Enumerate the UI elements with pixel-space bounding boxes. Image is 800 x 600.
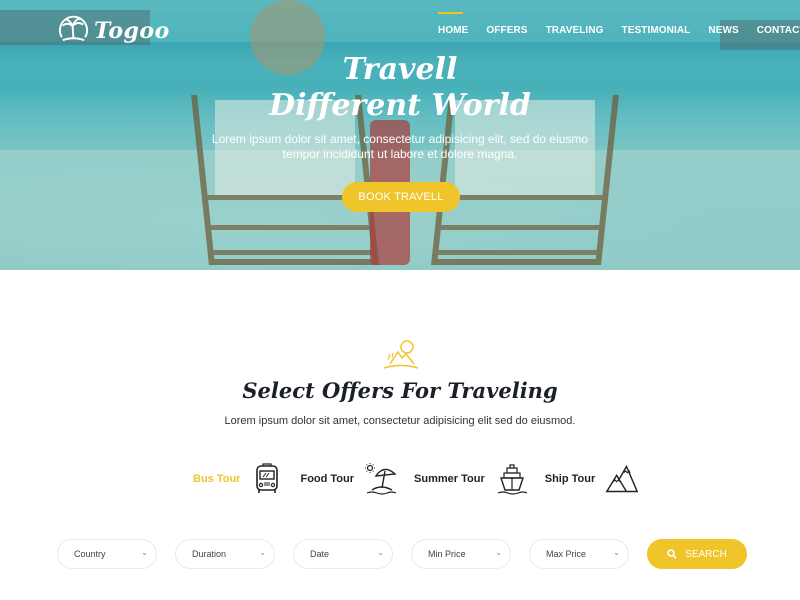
select-value: Duration	[192, 549, 227, 559]
max-price-select[interactable]: Max Price ⌄	[529, 539, 629, 569]
hero-description: Lorem ipsum dolor sit amet, consectetur …	[211, 132, 589, 161]
nav-news[interactable]: NEWS	[708, 25, 738, 36]
hero-title-line1: Travell	[342, 52, 458, 87]
nav-contact[interactable]: CONTACT	[757, 25, 800, 36]
offers-subtitle: Lorem ipsum dolor sit amet, consectetur …	[224, 415, 576, 427]
date-select[interactable]: Date ⌄	[293, 539, 393, 569]
search-icon	[667, 549, 677, 559]
min-price-select[interactable]: Min Price ⌄	[411, 539, 511, 569]
tab-label: Ship Tour	[544, 473, 596, 485]
tab-summer-tour[interactable]: Summer Tour	[414, 462, 529, 496]
duration-select[interactable]: Duration ⌄	[175, 539, 275, 569]
search-button-label: SEARCH	[685, 548, 727, 560]
beach-sun-icon	[383, 340, 419, 369]
hero-banner: Togoo HOME OFFERS TRAVELING TESTIMONIAL …	[0, 0, 800, 270]
chevron-down-icon: ⌄	[377, 547, 384, 557]
nav-offers[interactable]: OFFERS	[486, 25, 527, 36]
beach-umbrella-icon	[365, 463, 397, 495]
main-nav: HOME OFFERS TRAVELING TESTIMONIAL NEWS C…	[438, 12, 800, 36]
tab-label: Bus Tour	[193, 473, 241, 485]
tab-ship-tour[interactable]: Ship Tour	[545, 462, 640, 496]
book-travell-button[interactable]: BOOK TRAVELL	[342, 182, 460, 212]
country-select[interactable]: Country ⌄	[57, 539, 157, 569]
brand-logo[interactable]: Togoo	[57, 14, 170, 47]
tab-label: Food Tour	[300, 473, 355, 485]
chevron-down-icon: ⌄	[495, 547, 502, 557]
select-value: Country	[74, 549, 106, 559]
nav-traveling[interactable]: TRAVELING	[546, 25, 604, 36]
offer-tabs: Bus Tour Food Tour Summer Tour Ship Tour	[193, 462, 639, 496]
select-value: Date	[310, 549, 330, 559]
ship-icon	[497, 464, 528, 495]
palm-tree-island-icon	[59, 15, 88, 42]
search-button[interactable]: SEARCH	[647, 539, 747, 569]
chevron-down-icon: ⌄	[141, 547, 148, 557]
mountain-icon	[605, 464, 639, 493]
search-form: Country ⌄ Duration ⌄ Date ⌄ Min Price ⌄ …	[57, 539, 747, 569]
nav-testimonial[interactable]: TESTIMONIAL	[622, 25, 691, 36]
offers-title: Select Offers For Traveling	[242, 378, 558, 403]
bus-icon	[256, 463, 279, 493]
tab-bus-tour[interactable]: Bus Tour	[193, 462, 284, 496]
tab-food-tour[interactable]: Food Tour	[300, 462, 398, 496]
nav-home[interactable]: HOME	[438, 12, 468, 36]
tab-label: Summer Tour	[414, 473, 485, 485]
select-value: Max Price	[546, 549, 587, 559]
select-value: Min Price	[428, 549, 466, 559]
brand-name: Togoo	[94, 17, 170, 44]
chevron-down-icon: ⌄	[613, 547, 620, 557]
hero-title-line2: Different World	[269, 88, 531, 123]
chevron-down-icon: ⌄	[259, 547, 266, 557]
